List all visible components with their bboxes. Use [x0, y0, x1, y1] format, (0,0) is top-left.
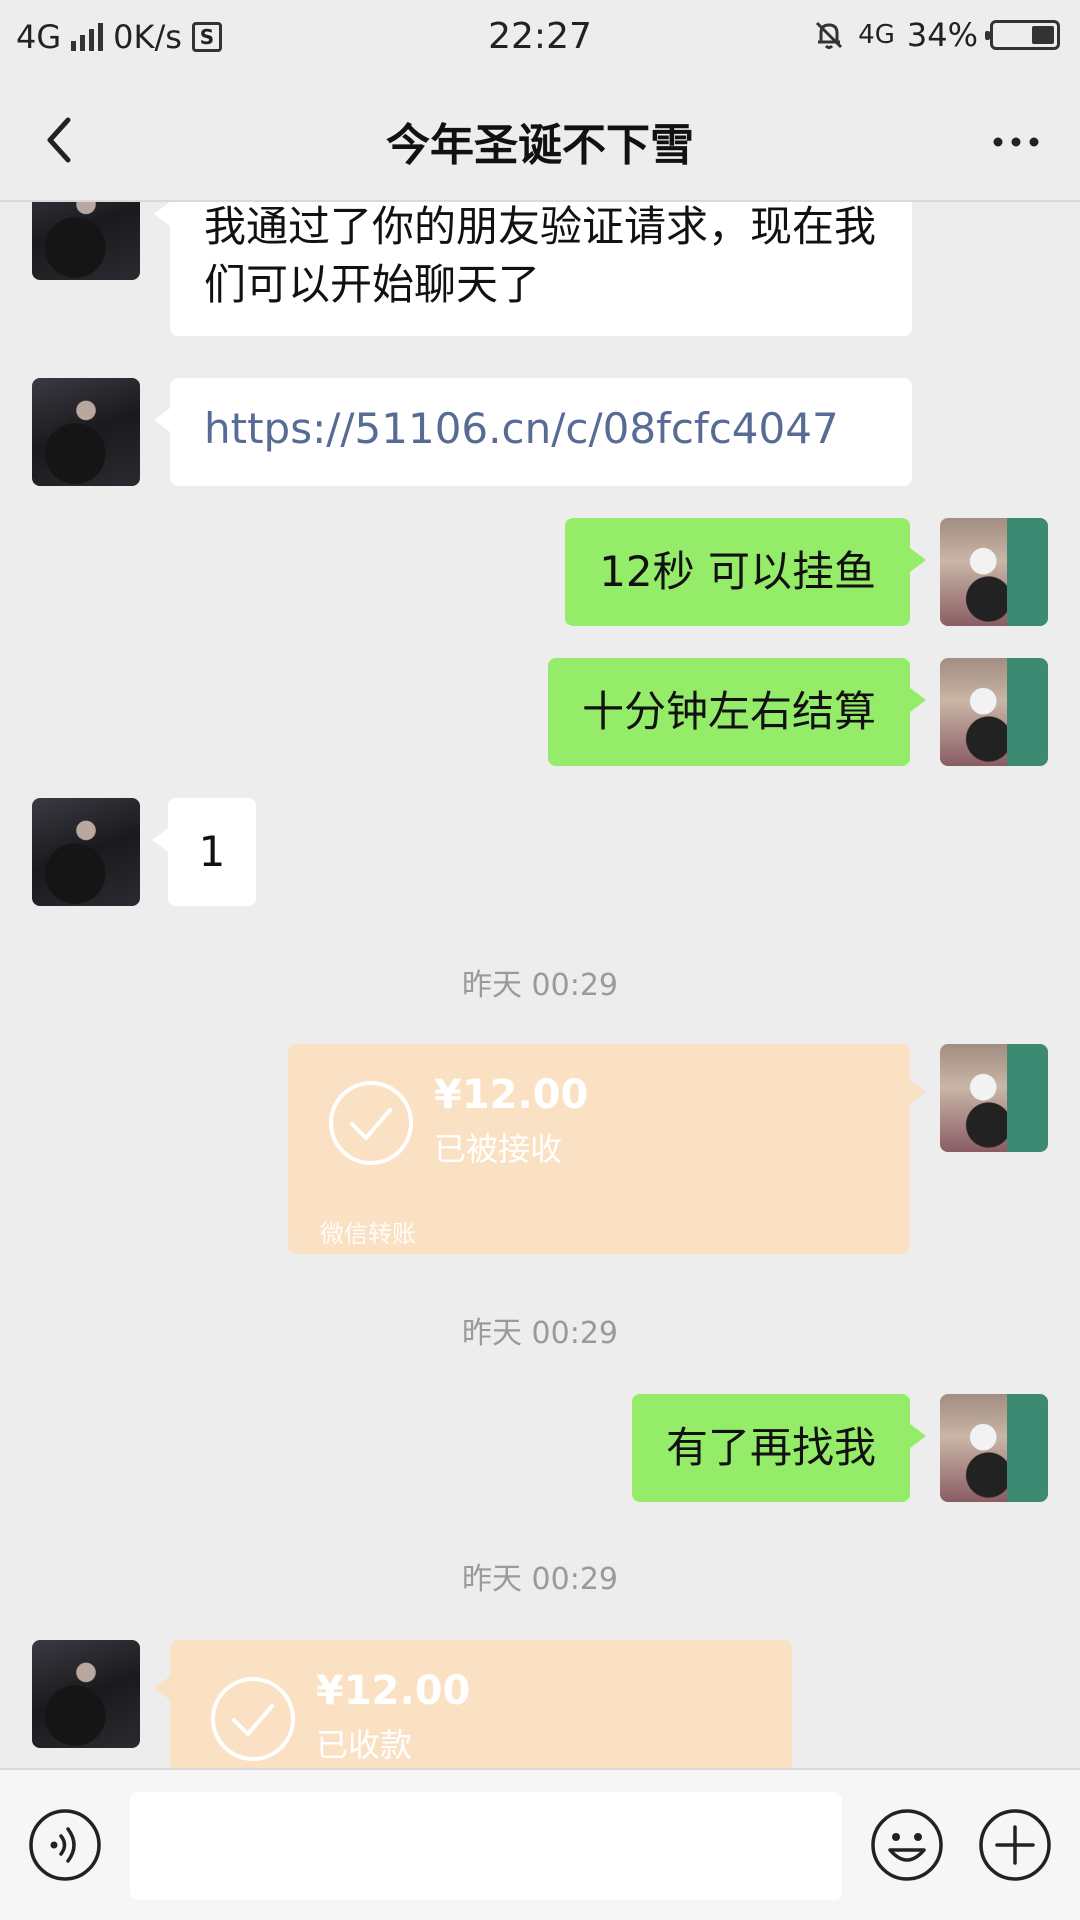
chat-area[interactable]: 我通过了你的朋友验证请求，现在我们可以开始聊天了 https://51106.c… — [0, 202, 1080, 1768]
sent-message[interactable]: 12秒 可以挂鱼 — [565, 518, 926, 626]
message-text: 十分钟左右结算 — [581, 687, 876, 736]
message-input[interactable] — [130, 1792, 842, 1900]
timestamp: 昨天 00:29 — [462, 1316, 618, 1351]
my-avatar[interactable] — [940, 1394, 1048, 1502]
received-message[interactable]: https://51106.cn/c/08fcfc4047 — [154, 378, 912, 486]
message-text: 有了再找我 — [665, 1423, 876, 1472]
transfer-status: 已收款 — [316, 1726, 413, 1764]
mute-bell-icon — [816, 21, 843, 49]
message-text: 12秒 可以挂鱼 — [599, 547, 876, 596]
nav-bar: 今年圣诞不下雪 — [0, 76, 1080, 202]
transfer-card[interactable]: ¥12.00 已被接收 微信转账 — [288, 1044, 926, 1254]
transfer-amount: ¥12.00 — [316, 1668, 471, 1714]
sent-message[interactable]: 有了再找我 — [631, 1394, 927, 1502]
message-text: 1 — [198, 827, 226, 876]
input-bar — [0, 1768, 1080, 1920]
emoji-icon[interactable] — [870, 1808, 944, 1882]
sent-message[interactable]: 十分钟左右结算 — [547, 658, 927, 766]
message-link[interactable]: https://51106.cn/c/08fcfc4047 — [204, 404, 839, 453]
page-title: 今年圣诞不下雪 — [386, 120, 694, 171]
my-avatar[interactable] — [940, 518, 1048, 626]
voice-icon[interactable] — [28, 1808, 102, 1882]
contact-avatar[interactable] — [32, 1640, 140, 1748]
contact-avatar[interactable] — [32, 202, 140, 280]
contact-avatar[interactable] — [32, 378, 140, 486]
more-icon[interactable] — [986, 112, 1046, 172]
transfer-card[interactable]: ¥12.00 已收款 — [154, 1640, 792, 1768]
battery-label: 34% — [906, 16, 978, 54]
plus-icon[interactable] — [978, 1808, 1052, 1882]
status-right: 4G 34% — [812, 16, 1060, 54]
received-message[interactable]: 1 — [152, 798, 256, 906]
check-icon — [211, 1677, 295, 1761]
contact-avatar[interactable] — [32, 798, 140, 906]
my-avatar[interactable] — [940, 658, 1048, 766]
transfer-amount: ¥12.00 — [434, 1072, 589, 1118]
message-text: 我通过了你的朋友验证请求，现在我们可以开始聊天了 — [204, 202, 877, 309]
battery-icon — [985, 20, 1060, 50]
network-right-label: 4G — [858, 20, 895, 50]
check-icon — [329, 1081, 413, 1165]
transfer-status: 已被接收 — [434, 1130, 563, 1168]
status-bar: 4G 0K/s S 22:27 4G 34% — [0, 0, 1080, 76]
received-message[interactable]: 我通过了你的朋友验证请求，现在我们可以开始聊天了 — [154, 202, 912, 336]
transfer-footer: 微信转账 — [320, 1220, 416, 1248]
timestamp: 昨天 00:29 — [462, 1562, 618, 1597]
timestamp: 昨天 00:29 — [462, 968, 618, 1003]
my-avatar[interactable] — [940, 1044, 1048, 1152]
